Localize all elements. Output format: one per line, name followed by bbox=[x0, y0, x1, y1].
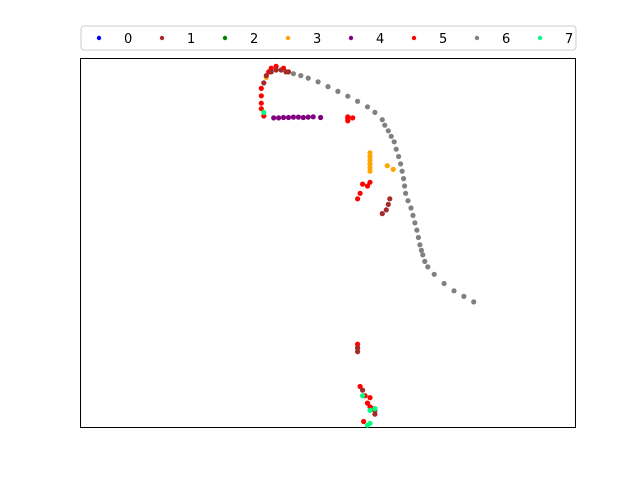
data-point-series-5 bbox=[258, 100, 264, 106]
legend-label-0: 0 bbox=[124, 32, 132, 47]
data-point-series-6 bbox=[398, 161, 404, 167]
data-point-series-4 bbox=[295, 114, 301, 120]
data-point-series-5 bbox=[258, 85, 264, 91]
data-point-series-1 bbox=[285, 69, 292, 75]
data-point-series-6 bbox=[399, 168, 405, 174]
data-point-series-4 bbox=[271, 115, 277, 121]
data-point-series-6 bbox=[382, 122, 388, 128]
data-point-series-6 bbox=[305, 75, 311, 81]
data-point-series-1 bbox=[387, 196, 393, 202]
data-point-series-1 bbox=[261, 80, 267, 86]
data-point-series-3 bbox=[367, 168, 373, 174]
data-point-series-6 bbox=[425, 264, 431, 270]
data-point-series-6 bbox=[379, 117, 385, 123]
data-point-series-6 bbox=[396, 153, 402, 160]
data-point-series-4 bbox=[285, 114, 292, 121]
data-point-series-4 bbox=[310, 114, 316, 120]
data-point-series-6 bbox=[422, 258, 428, 264]
legend-marker-0 bbox=[96, 35, 102, 41]
legend-label-2: 2 bbox=[250, 32, 258, 47]
data-point-series-6 bbox=[412, 220, 418, 226]
data-point-series-1 bbox=[385, 201, 391, 207]
data-point-series-6 bbox=[417, 242, 423, 248]
data-point-series-6 bbox=[345, 93, 351, 99]
plot-frame bbox=[80, 58, 576, 428]
data-point-series-7 bbox=[364, 422, 371, 428]
legend-marker-3 bbox=[285, 35, 291, 41]
data-point-series-5 bbox=[367, 395, 373, 401]
data-point-series-6 bbox=[388, 133, 394, 139]
legend-marker-1 bbox=[159, 35, 165, 41]
data-point-series-4 bbox=[276, 115, 282, 121]
data-point-series-6 bbox=[325, 84, 331, 90]
data-point-series-6 bbox=[355, 98, 361, 104]
legend-label-5: 5 bbox=[439, 32, 447, 47]
data-point-series-6 bbox=[290, 71, 296, 77]
data-point-series-6 bbox=[298, 73, 304, 79]
data-point-series-4 bbox=[280, 114, 287, 121]
legend-label-3: 3 bbox=[313, 32, 321, 47]
legend-marker-6 bbox=[474, 35, 480, 41]
legend-label-6: 6 bbox=[502, 32, 510, 47]
legend-marker-5 bbox=[411, 35, 417, 41]
data-point-series-1 bbox=[355, 349, 361, 355]
data-point-series-5 bbox=[360, 181, 366, 187]
data-point-series-5 bbox=[258, 93, 264, 99]
data-point-series-1 bbox=[372, 411, 378, 417]
legend-marker-4 bbox=[348, 35, 354, 41]
data-point-series-6 bbox=[451, 288, 457, 294]
data-point-series-6 bbox=[403, 190, 409, 196]
data-point-series-4 bbox=[318, 114, 324, 121]
data-point-series-3 bbox=[384, 163, 390, 169]
data-point-series-6 bbox=[431, 271, 437, 277]
data-point-series-6 bbox=[335, 88, 341, 94]
data-point-series-5 bbox=[361, 418, 367, 425]
scatter-chart: 0 1 2 3 4 5 6 7 bbox=[80, 25, 577, 428]
data-point-series-5 bbox=[357, 190, 363, 196]
data-point-series-3 bbox=[390, 166, 396, 172]
data-point-series-1 bbox=[379, 211, 385, 217]
data-point-series-4 bbox=[300, 114, 306, 121]
data-point-series-1 bbox=[360, 387, 366, 393]
data-point-series-5 bbox=[364, 183, 371, 189]
legend: 0 1 2 3 4 5 6 7 bbox=[80, 25, 577, 51]
data-point-series-1 bbox=[278, 67, 284, 73]
data-point-series-6 bbox=[410, 212, 416, 218]
data-point-series-6 bbox=[364, 104, 371, 110]
data-point-series-1 bbox=[268, 69, 274, 75]
legend-label-7: 7 bbox=[565, 32, 573, 47]
data-point-series-6 bbox=[420, 252, 426, 258]
data-point-series-6 bbox=[471, 299, 477, 305]
data-point-series-6 bbox=[401, 176, 407, 182]
data-point-series-6 bbox=[402, 183, 408, 189]
legend-marker-2 bbox=[222, 35, 228, 41]
data-point-series-6 bbox=[391, 139, 397, 145]
legend-label-1: 1 bbox=[187, 32, 195, 47]
data-point-series-6 bbox=[405, 198, 411, 204]
data-point-series-6 bbox=[461, 293, 467, 299]
data-point-series-6 bbox=[415, 234, 421, 241]
data-point-series-5 bbox=[350, 115, 356, 121]
data-point-series-4 bbox=[290, 114, 296, 120]
data-point-series-1 bbox=[263, 73, 269, 79]
data-point-series-5 bbox=[345, 118, 351, 124]
data-point-series-1 bbox=[273, 67, 279, 73]
data-point-series-6 bbox=[418, 247, 424, 253]
data-point-series-7 bbox=[360, 393, 366, 399]
data-point-series-1 bbox=[383, 207, 389, 213]
data-point-series-5 bbox=[355, 196, 361, 202]
data-point-series-6 bbox=[372, 109, 378, 115]
legend-label-4: 4 bbox=[376, 32, 384, 47]
data-point-series-6 bbox=[441, 280, 447, 287]
data-point-series-7 bbox=[372, 406, 378, 412]
legend-marker-7 bbox=[537, 35, 543, 41]
data-point-series-6 bbox=[408, 205, 414, 211]
data-point-series-6 bbox=[385, 128, 391, 134]
data-point-series-6 bbox=[315, 79, 321, 85]
data-point-series-7 bbox=[367, 407, 373, 413]
data-point-series-6 bbox=[393, 146, 399, 152]
data-point-series-7 bbox=[261, 109, 267, 115]
data-point-series-6 bbox=[414, 227, 420, 233]
data-point-series-4 bbox=[305, 114, 311, 120]
